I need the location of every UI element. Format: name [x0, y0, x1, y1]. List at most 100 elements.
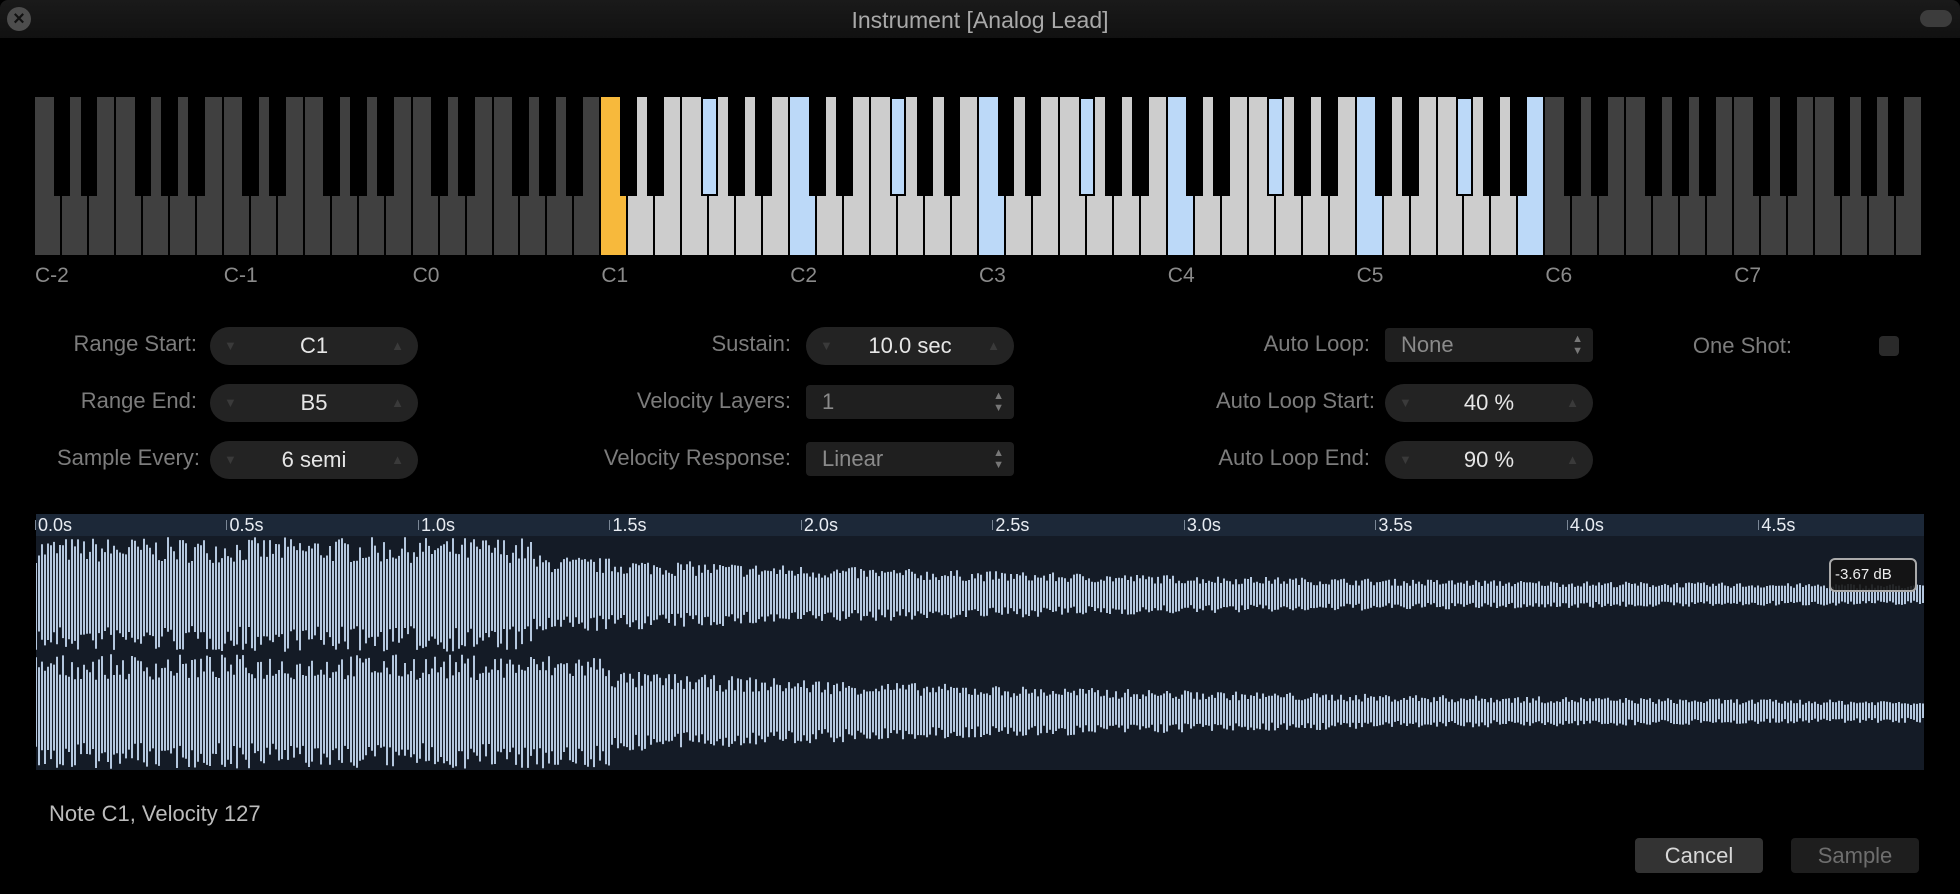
sustain-stepper[interactable]: ▼ 10.0 sec ▲	[806, 327, 1014, 365]
black-key-G#5[interactable]	[1483, 97, 1500, 196]
black-key-A#6[interactable]	[1698, 97, 1716, 196]
ruler-tick-label: 2.5s	[992, 515, 1030, 535]
stepper-down-icon[interactable]: ▼	[224, 327, 237, 365]
stepper-up-icon[interactable]: ▲	[391, 327, 404, 365]
select-arrows-icon: ▲ ▼	[993, 447, 1004, 471]
piano-keyboard[interactable]	[35, 97, 1923, 255]
black-key-C#5[interactable]	[1375, 97, 1392, 196]
black-key-A#1[interactable]	[754, 97, 772, 196]
black-key-F#7[interactable]	[1833, 97, 1851, 196]
range-end-stepper[interactable]: ▼ B5 ▲	[210, 384, 418, 422]
black-key-C#0[interactable]	[431, 97, 448, 196]
black-key-D#-2[interactable]	[80, 97, 98, 196]
auto-loop-start-stepper[interactable]: ▼ 40 % ▲	[1385, 384, 1593, 422]
black-key-G#3[interactable]	[1105, 97, 1123, 196]
black-key-D#-1[interactable]	[269, 97, 287, 196]
black-key-A#4[interactable]	[1321, 97, 1338, 196]
black-key-C#7[interactable]	[1752, 97, 1770, 196]
black-key-G#-1[interactable]	[350, 97, 367, 196]
black-key-D#5[interactable]	[1402, 97, 1419, 196]
range-end-label: Range End:	[80, 388, 197, 413]
black-key-G#0[interactable]	[539, 97, 556, 196]
black-key-A#0[interactable]	[566, 97, 583, 196]
black-key-C#3[interactable]	[997, 97, 1015, 196]
waveform-trace	[36, 654, 1924, 769]
black-key-F#4[interactable]	[1267, 97, 1285, 196]
black-key-F#3[interactable]	[1078, 97, 1096, 196]
ruler-tick-label: 1.5s	[609, 515, 647, 535]
black-key-F#-1[interactable]	[323, 97, 341, 196]
stepper-up-icon[interactable]: ▲	[391, 384, 404, 422]
auto-loop-end-stepper[interactable]: ▼ 90 % ▲	[1385, 441, 1593, 479]
black-key-G#1[interactable]	[727, 97, 745, 196]
black-key-G#2[interactable]	[916, 97, 934, 196]
octave-label: C3	[979, 264, 1006, 287]
black-key-F#1[interactable]	[700, 97, 718, 196]
black-key-D#7[interactable]	[1779, 97, 1797, 196]
sample-button[interactable]: Sample	[1791, 838, 1919, 873]
one-shot-checkbox[interactable]	[1879, 336, 1899, 356]
waveform-svg	[36, 537, 1924, 769]
range-end-value: B5	[300, 390, 328, 415]
black-key-G#-2[interactable]	[161, 97, 179, 196]
black-key-C#4[interactable]	[1186, 97, 1204, 196]
black-key-D#6[interactable]	[1590, 97, 1608, 196]
cancel-button[interactable]: Cancel	[1635, 838, 1763, 873]
stepper-up-icon[interactable]: ▲	[987, 327, 1000, 365]
black-key-C#1[interactable]	[620, 97, 637, 196]
octave-label: C2	[790, 264, 818, 287]
black-key-G#7[interactable]	[1860, 97, 1878, 196]
black-key-F#6[interactable]	[1644, 97, 1662, 196]
ruler-tick-label: 4.5s	[1758, 515, 1796, 535]
select-arrows-icon: ▲ ▼	[993, 390, 1004, 414]
stepper-down-icon[interactable]: ▼	[1399, 441, 1412, 479]
stepper-up-icon[interactable]: ▲	[391, 441, 404, 479]
black-key-A#-2[interactable]	[188, 97, 206, 196]
black-key-D#1[interactable]	[646, 97, 664, 196]
black-key-F#0[interactable]	[512, 97, 529, 196]
waveform-display[interactable]: 0.0s 0.5s 1.0s 1.5s 2.0s 2.5s 3.0s 3.5s 4.0s 4.5s	[34, 514, 1924, 770]
octave-label: C6	[1545, 264, 1573, 287]
black-key-C#-2[interactable]	[53, 97, 71, 196]
range-start-stepper[interactable]: ▼ C1 ▲	[210, 327, 418, 365]
auto-loop-end-value: 90 %	[1463, 447, 1515, 472]
stepper-down-icon[interactable]: ▼	[224, 441, 237, 479]
time-ruler[interactable]: 0.0s 0.5s 1.0s 1.5s 2.0s 2.5s 3.0s 3.5s 4.0s 4.5s	[34, 514, 1924, 536]
ruler-tick-label: 1.0s	[417, 515, 455, 535]
stepper-down-icon[interactable]: ▼	[224, 384, 237, 422]
black-key-C#-1[interactable]	[242, 97, 260, 196]
stepper-up-icon[interactable]: ▲	[1566, 384, 1579, 422]
velocity-response-select[interactable]: Linear ▲ ▼	[806, 442, 1014, 476]
ruler-tick-label: 3.0s	[1183, 515, 1221, 535]
stepper-up-icon[interactable]: ▲	[1566, 441, 1579, 479]
auto-loop-select[interactable]: None ▲ ▼	[1385, 328, 1593, 362]
black-key-D#2[interactable]	[835, 97, 853, 196]
black-key-F#-2[interactable]	[134, 97, 152, 196]
black-key-A#2[interactable]	[943, 97, 961, 196]
black-key-F#2[interactable]	[889, 97, 907, 196]
waveform-channel-2	[36, 654, 1924, 769]
velocity-layers-label: Velocity Layers:	[636, 388, 791, 413]
peak-level-tooltip: -3.67 dB	[1829, 558, 1917, 592]
black-key-F#5[interactable]	[1456, 97, 1473, 196]
black-key-A#5[interactable]	[1510, 97, 1527, 196]
black-key-C#2[interactable]	[808, 97, 826, 196]
black-key-A#7[interactable]	[1887, 97, 1905, 196]
stepper-down-icon[interactable]: ▼	[1399, 384, 1412, 422]
black-key-A#-1[interactable]	[377, 97, 394, 196]
black-key-G#6[interactable]	[1671, 97, 1689, 196]
black-key-D#0[interactable]	[458, 97, 475, 196]
status-text: Note C1, Velocity 127	[49, 801, 261, 826]
ruler-tick-label: 0.5s	[226, 515, 264, 535]
black-key-C#6[interactable]	[1564, 97, 1581, 196]
ruler-tick-label: 4.0s	[1566, 515, 1604, 535]
black-key-D#4[interactable]	[1213, 97, 1231, 196]
window-pill-button[interactable]	[1920, 10, 1952, 27]
range-start-label: Range Start:	[73, 331, 197, 356]
stepper-down-icon[interactable]: ▼	[820, 327, 833, 365]
black-key-G#4[interactable]	[1294, 97, 1311, 196]
velocity-layers-select[interactable]: 1 ▲ ▼	[806, 385, 1014, 419]
black-key-D#3[interactable]	[1024, 97, 1042, 196]
sample-every-stepper[interactable]: ▼ 6 semi ▲	[210, 441, 418, 479]
black-key-A#3[interactable]	[1132, 97, 1150, 196]
